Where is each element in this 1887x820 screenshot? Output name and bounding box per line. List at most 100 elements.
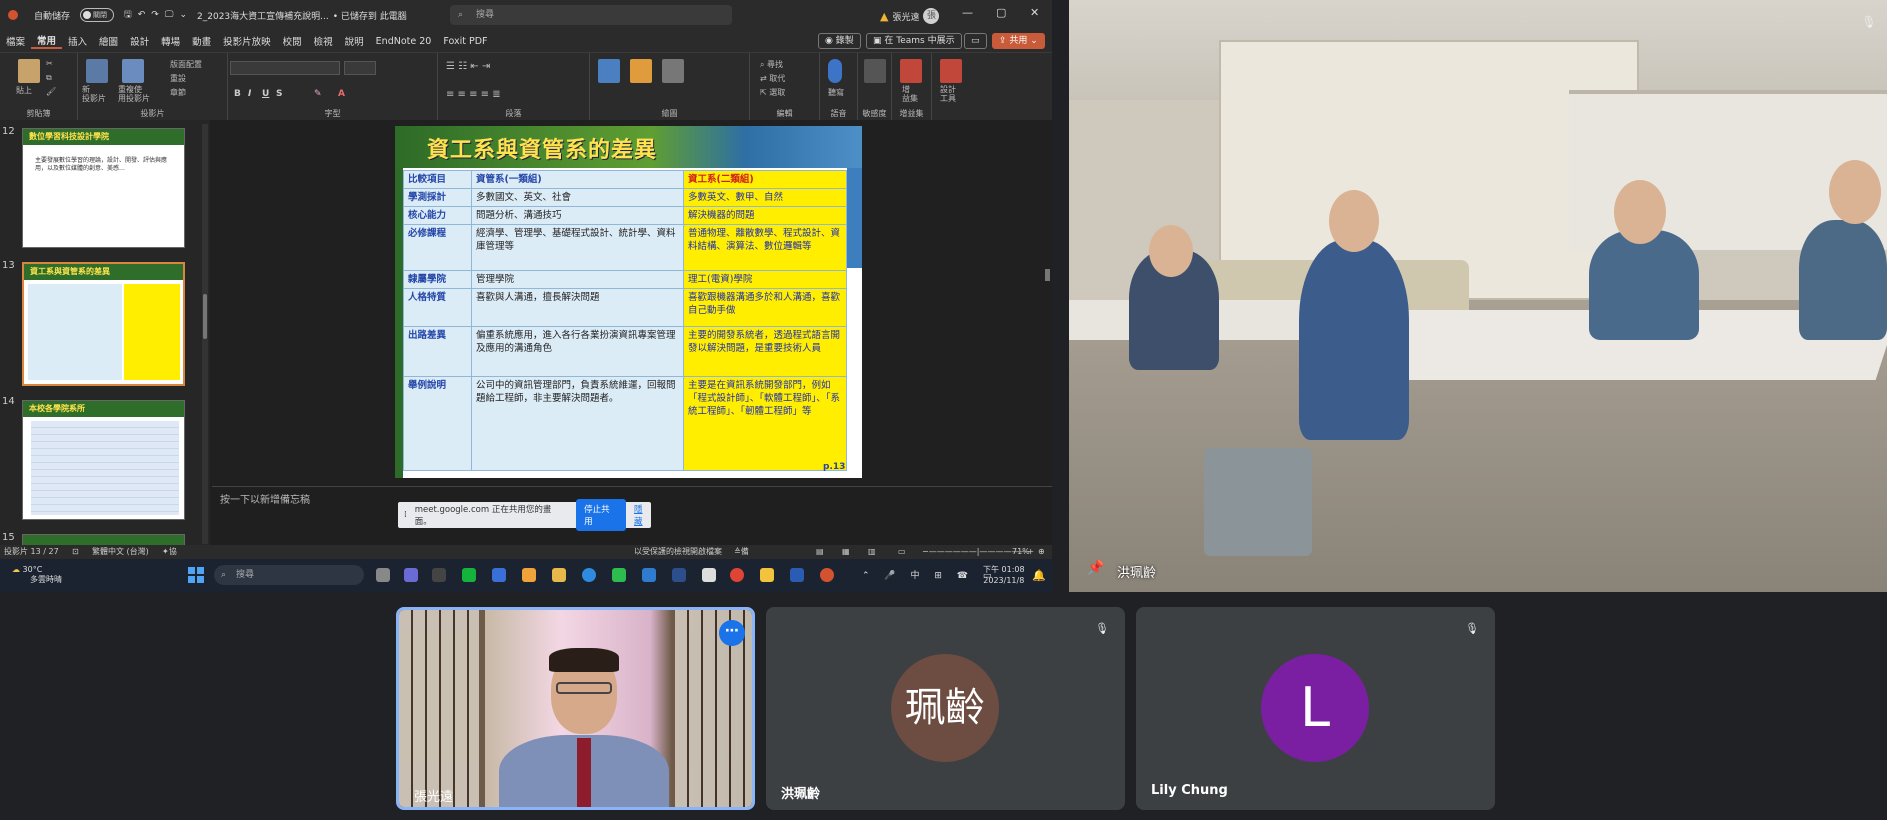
slideshow-view-icon[interactable]: ▭ [898,545,906,559]
drag-handle-icon[interactable]: ⁞ [404,510,407,520]
notes-toggle[interactable]: ≙ 備忘稿 [734,545,749,584]
thumbnail-slide-12[interactable]: 數位學習科技設計學院 主要發展數位學習的理論，設計、開發、評估與應用，以及數位媒… [22,128,185,248]
taskview-icon[interactable] [376,568,390,582]
participant-tile-speaker[interactable]: ⋯ 張光遠 [396,607,755,810]
reset-button[interactable]: 重設 [170,73,186,84]
teams-present-button[interactable]: ▣ 在 Teams 中展示 [866,33,962,49]
shapes-icon[interactable] [598,59,620,83]
hide-share-bar-button[interactable]: 隱藏 [634,503,651,527]
zoom-level[interactable]: 71% [1012,545,1030,559]
copy-icon[interactable]: ⧉ [46,73,52,83]
present-icon[interactable]: 🖵 [165,10,174,20]
widget-icon[interactable] [522,568,536,582]
shadow-icon[interactable]: S [276,89,282,99]
stop-sharing-button[interactable]: 停止共用 [576,499,627,531]
pinned-video-tile[interactable]: 🎙 📌 洪珮齡 [1069,0,1887,592]
undo-icon[interactable]: ↶ [138,10,146,20]
notes-app-icon[interactable] [760,568,774,582]
search-input[interactable]: ⌕ 搜尋 [450,5,732,25]
tab-file[interactable]: 檔案 [0,34,31,48]
tab-home[interactable]: 常用 [31,33,63,49]
reuse-slides-icon[interactable] [122,59,144,83]
fit-slide-icon[interactable]: ⊕ [1038,545,1045,559]
italic-icon[interactable]: I [248,89,251,99]
align-icon[interactable]: ≡ ≡ ≡ ≡ ≣ [446,89,501,100]
save-status[interactable]: • 已儲存到 此電腦 [333,9,407,22]
highlight-icon[interactable]: ✎ [314,89,322,99]
maximize-icon[interactable]: ▢ [996,6,1006,19]
close-icon[interactable]: ✕ [1030,6,1039,19]
language-status[interactable]: 繁體中文 (台灣) [92,545,149,559]
sorter-view-icon[interactable]: ▦ [842,545,850,559]
tab-foxit[interactable]: Foxit PDF [437,36,493,47]
cut-icon[interactable]: ✂ [46,59,53,68]
accessibility-status[interactable]: ✦ 協助工具: 調查 [162,545,179,592]
chrome-icon[interactable] [730,568,744,582]
mail-icon[interactable] [642,568,656,582]
redo-icon[interactable]: ↷ [151,10,159,20]
designer-button[interactable]: 設計 工具 [940,85,956,103]
paste-label[interactable]: 貼上 [16,85,32,96]
arrange-icon[interactable] [630,59,652,83]
taskbar-search[interactable]: ⌕ 搜尋 [214,565,364,585]
slide-scrollbar[interactable] [1044,124,1052,474]
new-slide-label[interactable]: 新 投影片 [82,85,106,103]
notification-icon[interactable]: 🔔 [1032,569,1046,582]
thumbnail-scrollbar[interactable] [202,124,208,544]
tab-endnote[interactable]: EndNote 20 [370,36,438,47]
dictate-label[interactable]: 聽寫 [828,87,844,98]
tab-transitions[interactable]: 轉場 [155,34,186,48]
app-icon[interactable] [492,568,506,582]
sensitivity-icon[interactable] [864,59,886,83]
tab-design[interactable]: 設計 [124,34,155,48]
participant-tile[interactable]: 🎙 珮齡 洪珮齡 [766,607,1125,810]
current-slide[interactable]: 資工系與資管系的差異 比較項目 資管系(一類組) 資工系(二類組) 學測採計 多… [395,126,862,478]
powerpoint-icon[interactable] [820,568,834,582]
save-icon[interactable]: 🖫 [124,7,132,23]
tab-draw[interactable]: 繪圖 [93,34,124,48]
format-painter-icon[interactable]: 🖌 [46,87,56,96]
autosave-toggle[interactable]: 關閉 [76,8,115,22]
file-explorer-icon[interactable] [552,568,566,582]
font-color-icon[interactable]: A [338,89,345,99]
replace-button[interactable]: ⇄ 取代 [760,73,785,84]
reading-view-icon[interactable]: ▥ [868,545,876,559]
system-tray[interactable]: ⌃ 🎤 中 ⊞ ☎ ▭ [862,568,997,581]
paste-icon[interactable] [18,59,40,83]
line-icon[interactable] [462,568,476,582]
edge-icon[interactable] [582,568,596,582]
select-button[interactable]: ⇱ 選取 [760,87,785,98]
start-button[interactable] [188,567,204,583]
teams-icon[interactable] [404,568,418,582]
spellcheck-icon[interactable]: ⊡ [72,545,79,559]
more-options-icon[interactable]: ⋯ [719,620,745,646]
tab-review[interactable]: 校閱 [277,34,308,48]
tab-slideshow[interactable]: 投影片放映 [217,34,277,48]
find-button[interactable]: ⌕ 尋找 [760,59,783,70]
participant-tile[interactable]: 🎙 L Lily Chung [1136,607,1495,810]
word-icon[interactable] [790,568,804,582]
record-button[interactable]: ◉ 錄製 [818,33,861,49]
font-size-select[interactable] [344,61,376,75]
designer-icon[interactable] [940,59,962,83]
tab-animations[interactable]: 動畫 [186,34,217,48]
quick-styles-icon[interactable] [662,59,684,83]
minimize-icon[interactable]: — [962,6,973,19]
underline-icon[interactable]: U [262,89,269,99]
addins-button[interactable]: 增 益集 [902,85,918,103]
share-button[interactable]: ⇪ 共用 ⌄ [992,33,1045,49]
layout-button[interactable]: 版面配置 [170,59,202,70]
thumbnail-slide-13[interactable]: 資工系與資管系的差異 [22,262,185,386]
terminal-icon[interactable] [672,568,686,582]
thumbnail-slide-14[interactable]: 本校各學院系所 [22,400,185,520]
section-button[interactable]: 章節 [170,87,186,98]
comments-button[interactable]: ▭ [964,33,987,49]
user-area[interactable]: ▲ 張光遠 張 [880,8,940,24]
normal-view-icon[interactable]: ▤ [816,545,824,559]
pin-icon[interactable]: 📌 [1087,560,1104,576]
customize-qat-icon[interactable]: ⌄ [179,10,187,20]
dictate-icon[interactable] [828,59,842,83]
app-icon[interactable] [702,568,716,582]
weather-widget[interactable]: ☁ 30°C 多雲時晴 [12,565,62,585]
reuse-slides-label[interactable]: 重複使 用投影片 [118,85,150,103]
